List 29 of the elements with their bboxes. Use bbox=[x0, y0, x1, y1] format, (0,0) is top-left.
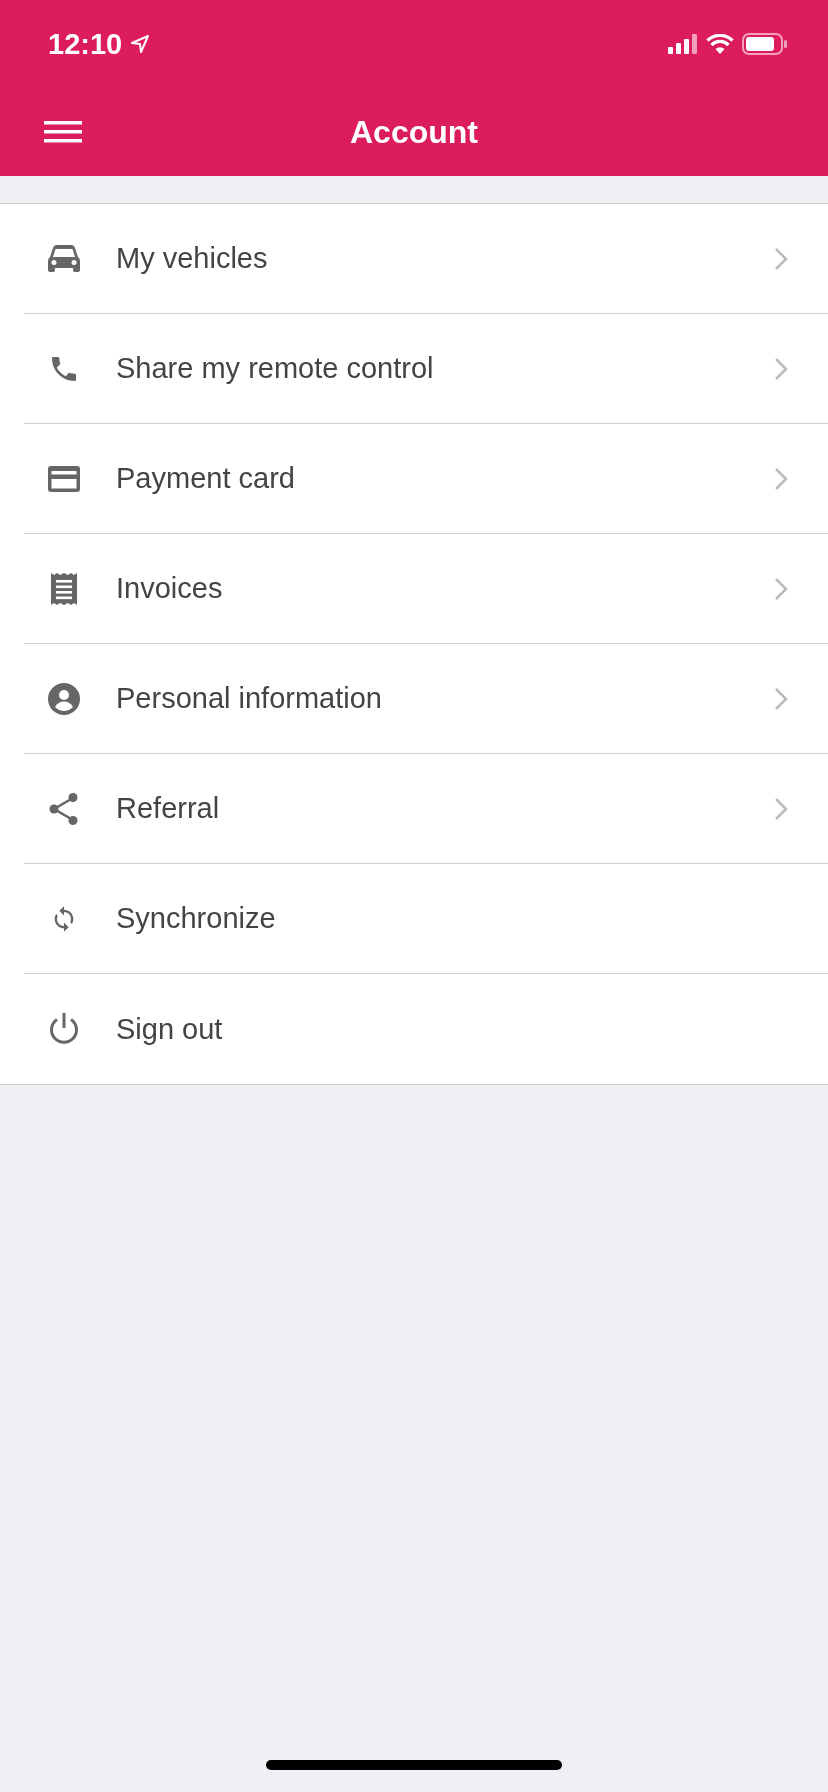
menu-item-label: Invoices bbox=[116, 572, 224, 605]
receipt-icon bbox=[50, 571, 78, 606]
share-icon bbox=[48, 791, 80, 826]
credit-card-icon bbox=[47, 464, 81, 493]
car-icon bbox=[47, 243, 81, 274]
menu-item-label: Share my remote control bbox=[116, 352, 435, 385]
signal-icon bbox=[668, 34, 698, 54]
menu-item[interactable]: Invoices bbox=[24, 534, 828, 644]
menu-item-label: Payment card bbox=[116, 462, 296, 495]
menu-item[interactable]: Referral bbox=[24, 754, 828, 864]
menu-button[interactable] bbox=[44, 120, 82, 144]
menu-item[interactable]: Payment card bbox=[24, 424, 828, 534]
menu-item-label: My vehicles bbox=[116, 242, 269, 275]
wifi-icon bbox=[706, 34, 734, 54]
menu-item[interactable]: Share my remote control bbox=[24, 314, 828, 424]
menu-item[interactable]: Sign out bbox=[24, 974, 828, 1084]
menu-item-label: Synchronize bbox=[116, 902, 277, 935]
location-arrow-icon bbox=[130, 34, 151, 54]
menu-item-label: Sign out bbox=[116, 1012, 224, 1046]
power-icon bbox=[47, 1012, 81, 1046]
menu-item[interactable]: My vehicles bbox=[24, 204, 828, 314]
menu-item-label: Referral bbox=[116, 792, 221, 825]
page-title: Account bbox=[350, 113, 478, 151]
menu-item-label: Personal information bbox=[116, 682, 383, 715]
person-icon bbox=[47, 681, 81, 716]
menu-item[interactable]: Synchronize bbox=[24, 864, 828, 974]
menu-item[interactable]: Personal information bbox=[24, 644, 828, 754]
battery-icon bbox=[742, 33, 788, 55]
status-time: 12:10 bbox=[48, 27, 123, 61]
